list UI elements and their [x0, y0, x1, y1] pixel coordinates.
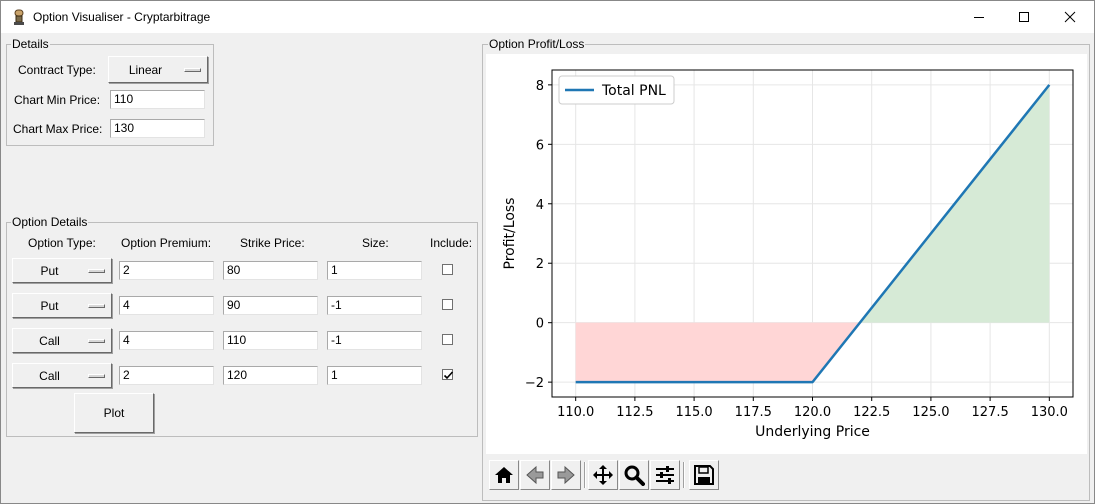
- option-type-dropdown[interactable]: Call: [12, 363, 112, 388]
- include-checkbox[interactable]: [442, 264, 453, 275]
- minimize-icon: [973, 17, 984, 18]
- dropdown-indicator-icon: [184, 67, 201, 72]
- contract-type-dropdown[interactable]: Linear: [108, 56, 208, 83]
- strike-price-input[interactable]: 120: [223, 366, 318, 385]
- y-tick-label: 2: [536, 257, 544, 272]
- option-type-value: Call: [39, 333, 60, 348]
- y-tick-label: −2: [525, 376, 544, 391]
- contract-type-label: Contract Type:: [18, 63, 96, 77]
- size-input[interactable]: -1: [327, 331, 422, 350]
- plot-canvas[interactable]: 110.0 112.5 115.0 117.5 120.0 122.5 125.0 127.5…: [486, 54, 1087, 454]
- size-input[interactable]: 1: [327, 366, 422, 385]
- include-checkbox[interactable]: [442, 334, 453, 345]
- maximize-button[interactable]: [1001, 1, 1046, 33]
- size-input[interactable]: -1: [327, 296, 422, 315]
- size-input[interactable]: 1: [327, 261, 422, 280]
- forward-arrow-icon: [557, 465, 575, 485]
- plot-toolbar: [486, 454, 1087, 498]
- header-strike-price: Strike Price:: [240, 236, 305, 250]
- sliders-icon: [656, 466, 674, 484]
- x-tick-label: 120.0: [794, 405, 831, 420]
- x-tick-label: 125.0: [912, 405, 949, 420]
- y-tick-label: 8: [536, 79, 544, 94]
- dropdown-indicator-icon: [88, 338, 105, 343]
- back-button[interactable]: [520, 460, 550, 490]
- configure-button[interactable]: [650, 460, 680, 490]
- x-axis-label: Underlying Price: [755, 424, 870, 440]
- header-option-type: Option Type:: [28, 236, 96, 250]
- home-button[interactable]: [489, 460, 519, 490]
- header-include: Include:: [430, 236, 473, 250]
- option-premium-input[interactable]: 4: [119, 331, 214, 350]
- loss-region: [575, 322, 860, 383]
- floppy-disk-icon: [694, 465, 714, 485]
- minimize-button[interactable]: [956, 1, 1001, 33]
- pnl-chart: 110.0 112.5 115.0 117.5 120.0 122.5 125.0 127.5…: [502, 69, 1074, 440]
- strike-price-input[interactable]: 110: [223, 331, 318, 350]
- dropdown-indicator-icon: [88, 303, 105, 308]
- x-tick-label: 117.5: [735, 405, 772, 420]
- chart-legend: Total PNL: [558, 75, 675, 105]
- y-tick-label: 4: [536, 198, 544, 213]
- pan-button[interactable]: [588, 460, 618, 490]
- option-premium-input[interactable]: 2: [119, 366, 214, 385]
- y-tick-label: 6: [536, 138, 544, 153]
- option-type-value: Put: [40, 263, 59, 278]
- dropdown-indicator-icon: [88, 268, 105, 273]
- chart-max-label: Chart Max Price:: [13, 122, 103, 136]
- option-premium-input[interactable]: 2: [119, 261, 214, 280]
- option-details-legend: Option Details: [11, 215, 89, 229]
- chart-min-input[interactable]: 110: [110, 90, 205, 109]
- toolbar-separator: [584, 462, 586, 488]
- include-checkbox[interactable]: [442, 369, 454, 380]
- home-icon: [495, 467, 513, 483]
- y-axis-label: Profit/Loss: [502, 198, 518, 270]
- app-icon: [14, 9, 24, 25]
- legend-label: Total PNL: [601, 83, 666, 99]
- x-tick-label: 130.0: [1031, 405, 1068, 420]
- contract-type-value: Linear: [128, 62, 163, 77]
- zoom-button[interactable]: [619, 460, 649, 490]
- chart-min-label: Chart Min Price:: [14, 93, 101, 107]
- window-title: Option Visualiser - Cryptarbitrage: [33, 10, 211, 24]
- toolbar-separator: [683, 462, 685, 488]
- x-tick-label: 112.5: [616, 405, 653, 420]
- option-premium-input[interactable]: 4: [119, 296, 214, 315]
- close-icon: [1064, 11, 1075, 23]
- x-tick-label: 127.5: [972, 405, 1009, 420]
- strike-price-input[interactable]: 80: [223, 261, 318, 280]
- close-button[interactable]: [1047, 1, 1092, 33]
- header-option-premium: Option Premium:: [121, 236, 212, 250]
- x-tick-label: 122.5: [853, 405, 890, 420]
- option-type-dropdown[interactable]: Put: [12, 293, 112, 318]
- checkmark-icon: [443, 371, 454, 380]
- chart-legend-title: Option Profit/Loss: [488, 37, 586, 51]
- magnifier-icon: [624, 465, 645, 486]
- save-button[interactable]: [689, 460, 719, 490]
- forward-button[interactable]: [551, 460, 581, 490]
- dropdown-indicator-icon: [88, 373, 105, 378]
- chart-max-input[interactable]: 130: [110, 119, 205, 138]
- x-tick-label: 115.0: [675, 405, 712, 420]
- plot-button[interactable]: Plot: [74, 393, 154, 433]
- option-type-dropdown[interactable]: Call: [12, 328, 112, 353]
- option-type-value: Put: [40, 298, 59, 313]
- y-tick-label: 0: [536, 317, 544, 332]
- app-window: Option Visualiser - Cryptarbitrage Detai…: [0, 0, 1095, 504]
- x-tick-label: 110.0: [557, 405, 594, 420]
- details-legend: Details: [11, 37, 50, 51]
- header-size: Size:: [362, 236, 389, 250]
- include-checkbox[interactable]: [442, 299, 453, 310]
- option-type-value: Call: [39, 368, 60, 383]
- title-bar: Option Visualiser - Cryptarbitrage: [1, 1, 1094, 33]
- maximize-icon: [1018, 12, 1029, 22]
- strike-price-input[interactable]: 90: [223, 296, 318, 315]
- option-type-dropdown[interactable]: Put: [12, 258, 112, 283]
- back-arrow-icon: [526, 465, 544, 485]
- move-arrows-icon: [593, 465, 613, 485]
